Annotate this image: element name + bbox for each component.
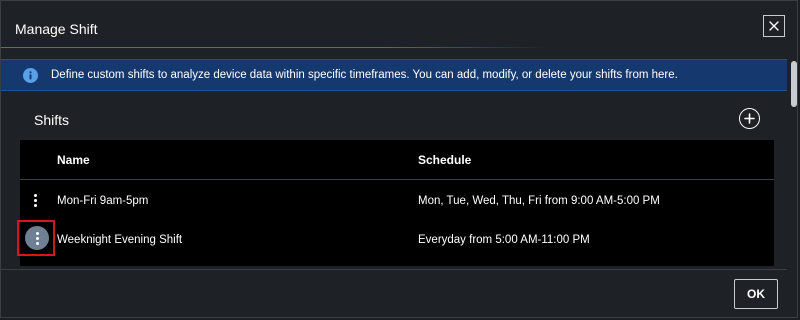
row-actions-menu-button[interactable] bbox=[34, 194, 38, 208]
info-icon bbox=[23, 67, 38, 83]
manage-shift-dialog: Manage Shift Define custom shifts to ana… bbox=[0, 0, 798, 318]
column-header-schedule: Schedule bbox=[418, 153, 472, 167]
ok-button[interactable]: OK bbox=[734, 279, 778, 309]
shifts-table: Name Schedule Mon-Fri 9am-5pm Mon, Tue, … bbox=[17, 140, 774, 266]
kebab-dot bbox=[35, 241, 39, 245]
scrollbar[interactable] bbox=[790, 59, 798, 317]
scrollbar-thumb[interactable] bbox=[791, 61, 797, 107]
shift-name: Weeknight Evening Shift bbox=[57, 234, 183, 246]
shift-name: Mon-Fri 9am-5pm bbox=[57, 195, 149, 207]
kebab-dot bbox=[34, 194, 37, 197]
shift-schedule: Mon, Tue, Wed, Thu, Fri from 9:00 AM-5:0… bbox=[418, 195, 660, 207]
column-header-name: Name bbox=[57, 153, 90, 167]
plus-circle-icon bbox=[744, 113, 755, 124]
dialog-title: Manage Shift bbox=[15, 21, 98, 37]
header-divider bbox=[20, 179, 774, 180]
row-actions-menu-button[interactable] bbox=[25, 226, 49, 250]
table-row[interactable]: Weeknight Evening Shift Everyday from 5:… bbox=[17, 220, 774, 260]
info-banner-text: Define custom shifts to analyze device d… bbox=[51, 69, 678, 81]
footer-divider bbox=[1, 269, 787, 270]
info-banner: Define custom shifts to analyze device d… bbox=[1, 59, 787, 91]
dialog-header: Manage Shift bbox=[1, 1, 797, 53]
section-title: Shifts bbox=[34, 112, 70, 128]
kebab-dot bbox=[34, 204, 37, 207]
close-button[interactable] bbox=[763, 15, 785, 37]
close-icon bbox=[769, 21, 779, 31]
shift-schedule: Everyday from 5:00 AM-11:00 PM bbox=[418, 234, 590, 246]
table-row[interactable]: Mon-Fri 9am-5pm Mon, Tue, Wed, Thu, Fri … bbox=[20, 183, 774, 221]
title-underline bbox=[1, 47, 546, 48]
kebab-dot bbox=[35, 236, 39, 240]
kebab-dot bbox=[35, 231, 39, 235]
kebab-dot bbox=[34, 199, 37, 202]
add-shift-button[interactable] bbox=[739, 108, 760, 129]
